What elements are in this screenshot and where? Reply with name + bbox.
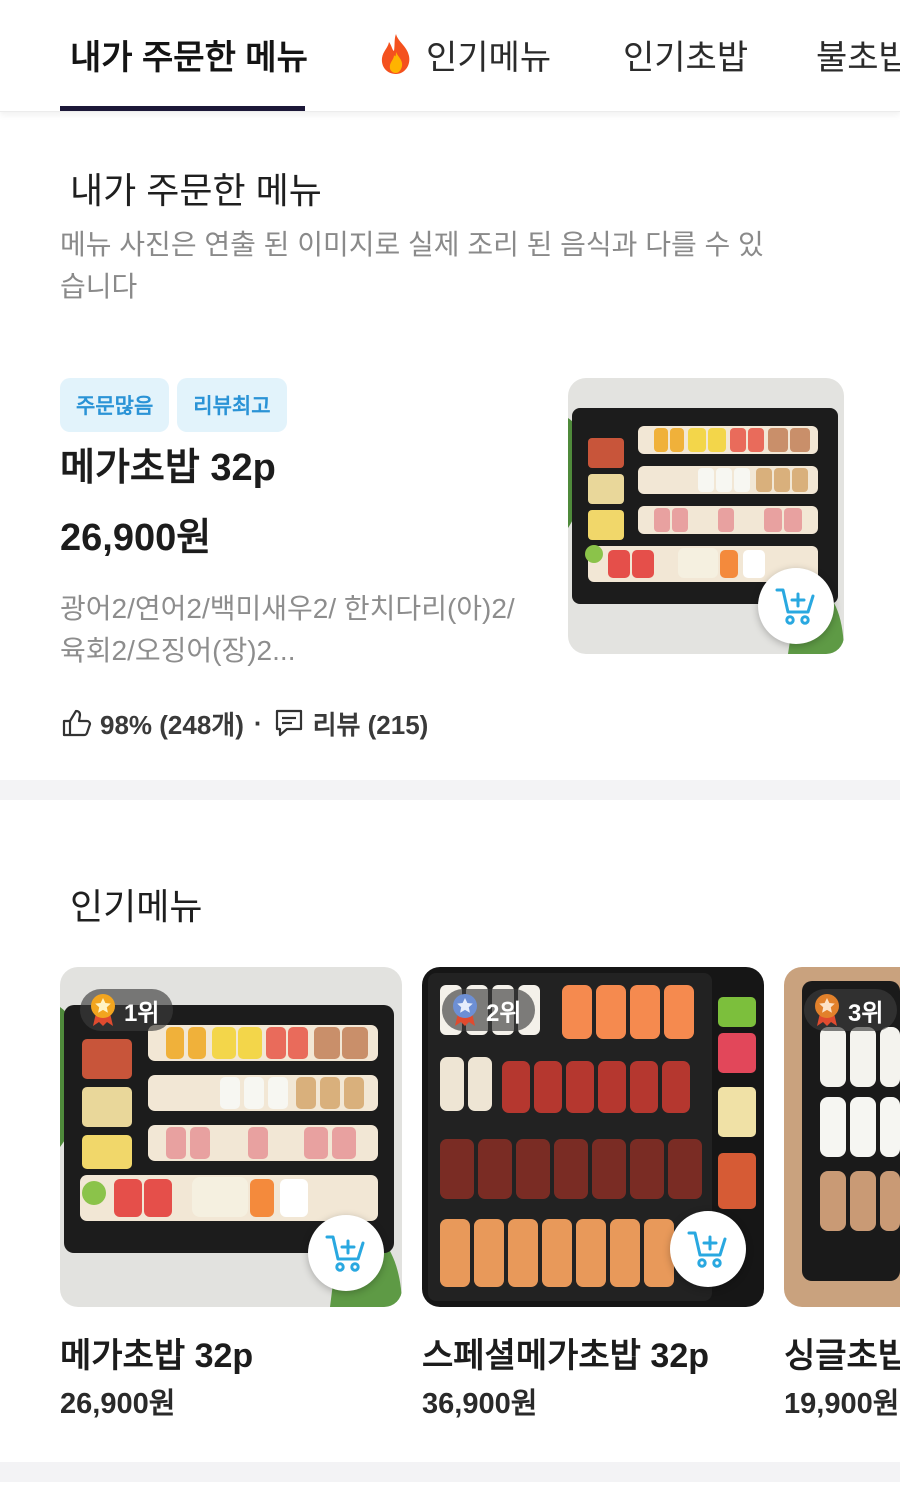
popular-card-text-clip: 싱글초밥 19,900원 [784, 1320, 900, 1430]
popular-card-name: 메가초밥 32p [60, 1337, 254, 1375]
like-rate: 98% (248개) [100, 709, 244, 740]
rank-label: 3위 [848, 999, 884, 1027]
tab-popular-sushi[interactable]: 인기초밥 [623, 28, 748, 80]
tab-fire-sushi-label: 불초밥 [816, 38, 900, 77]
menu-description: 광어2/연어2/백미새우2/ 한치다리(아)2/육회2/오징어(장)2... [60, 593, 515, 666]
menu-name: 메가초밥 32p [60, 447, 276, 489]
tab-fire-sushi[interactable]: 불초밥 [816, 28, 900, 80]
rank-label: 2위 [486, 999, 522, 1027]
add-to-cart-button[interactable] [758, 568, 834, 644]
popular-card-photo[interactable]: 1위 [60, 967, 402, 1307]
popular-card-photo[interactable]: 2위 [422, 967, 764, 1307]
add-to-cart-button[interactable] [308, 1215, 384, 1291]
badge-most-ordered: 주문많음 [60, 378, 170, 432]
menu-price: 26,900원 [60, 517, 212, 559]
active-tab-indicator [60, 106, 305, 111]
menu-stats: 98% (248개) · 리뷰 (215) [60, 702, 428, 744]
cart-plus-icon [687, 1231, 727, 1268]
thumbs-up-icon [62, 709, 92, 737]
tab-my-orders-label: 내가 주문한 메뉴 [70, 38, 308, 77]
tab-popular-menu-label: 인기메뉴 [426, 38, 552, 77]
rank-label: 1위 [124, 999, 160, 1027]
tab-my-orders[interactable]: 내가 주문한 메뉴 [70, 28, 308, 80]
category-tab-bar: 내가 주문한 메뉴 인기메뉴 인기초밥 불초밥 [0, 0, 900, 112]
medal-icon [815, 994, 839, 1026]
my-orders-section-title: 내가 주문한 메뉴 [70, 170, 322, 211]
add-to-cart-button[interactable] [670, 1211, 746, 1287]
rank-badge: 2위 [442, 989, 536, 1031]
popular-card-price: 19,900원 [784, 1388, 900, 1420]
menu-photo[interactable] [568, 378, 844, 654]
section-divider [0, 1462, 900, 1482]
review-comment-icon [275, 709, 302, 737]
photo-disclaimer: 메뉴 사진은 연출 된 이미지로 실제 조리 된 음식과 다를 수 있습니다 [60, 229, 764, 302]
rank-badge: 3위 [804, 989, 898, 1031]
cart-plus-icon [775, 588, 815, 625]
section-divider [0, 780, 900, 800]
menu-badges: 주문많음 리뷰최고 [60, 378, 287, 432]
popular-section-title: 인기메뉴 [70, 886, 203, 927]
badge-best-review: 리뷰최고 [177, 378, 287, 432]
review-count: 리뷰 (215) [312, 709, 429, 740]
popular-card-price: 36,900원 [422, 1388, 538, 1420]
fire-icon [381, 34, 410, 74]
popular-card-name: 스페셜메가초밥 32p [422, 1337, 709, 1375]
cart-plus-icon [325, 1235, 365, 1272]
popular-card-name: 싱글초밥 [784, 1337, 900, 1375]
tab-popular-sushi-label: 인기초밥 [623, 38, 749, 77]
popular-card-price: 26,900원 [60, 1388, 176, 1420]
rank-badge: 1위 [80, 989, 174, 1031]
stats-separator: · [253, 707, 263, 738]
medal-icon [91, 994, 115, 1026]
medal-icon [453, 994, 477, 1026]
popular-card-photo[interactable]: 3위 [784, 967, 900, 1307]
tab-popular-menu[interactable]: 인기메뉴 [376, 28, 551, 80]
